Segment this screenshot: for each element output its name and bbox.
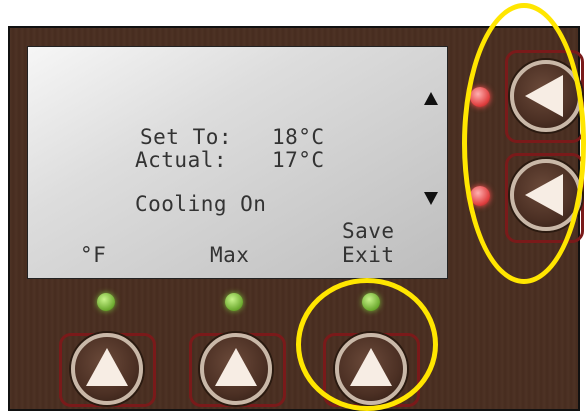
- led-down: [470, 186, 490, 206]
- actual-label: Actual:: [135, 148, 228, 172]
- softkey-label-save: Save: [342, 219, 395, 243]
- left-arrow-icon: [525, 75, 563, 117]
- up-arrow-icon: [215, 348, 257, 386]
- down-indicator-icon: [424, 192, 438, 205]
- softkey-label-fahrenheit: °F: [80, 243, 107, 267]
- led-max: [225, 293, 243, 311]
- led-up: [470, 87, 490, 107]
- save-exit-button[interactable]: [335, 333, 407, 405]
- up-button[interactable]: [510, 60, 582, 132]
- led-fahrenheit: [97, 293, 115, 311]
- led-save-exit: [362, 293, 380, 311]
- softkey-label-max: Max: [210, 243, 250, 267]
- softkey-label-exit: Exit: [342, 243, 395, 267]
- status-text: Cooling On: [135, 192, 267, 216]
- up-arrow-icon: [86, 348, 128, 386]
- lcd-display: Set To: 18°C Actual: 17°C Cooling On °F …: [27, 46, 448, 279]
- fahrenheit-button[interactable]: [71, 333, 143, 405]
- down-button[interactable]: [510, 159, 582, 231]
- set-to-value: 18°C: [272, 125, 325, 149]
- set-to-label: Set To:: [140, 125, 233, 149]
- up-arrow-icon: [350, 348, 392, 386]
- max-button[interactable]: [200, 333, 272, 405]
- actual-value: 17°C: [272, 148, 325, 172]
- up-indicator-icon: [424, 92, 438, 105]
- left-arrow-icon: [525, 174, 563, 216]
